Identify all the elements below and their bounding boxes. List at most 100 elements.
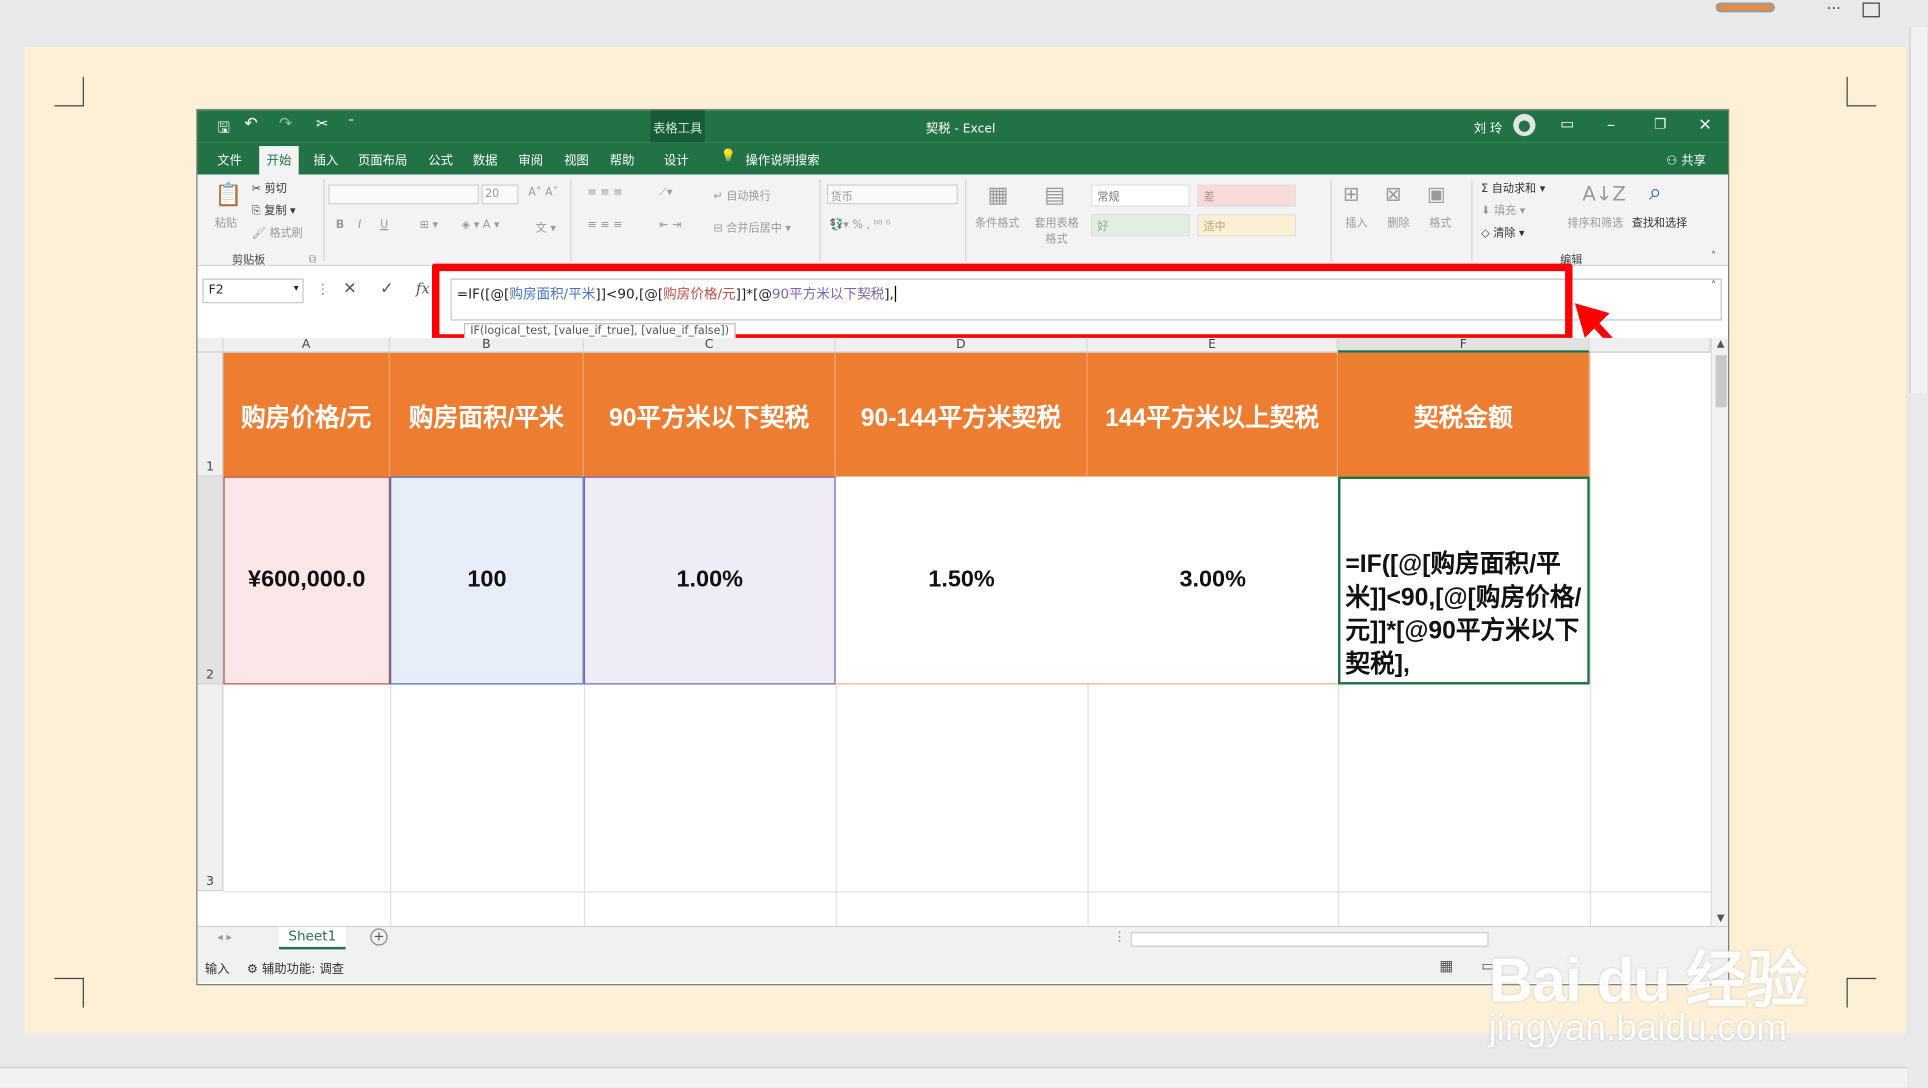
format-painter-button[interactable]: 🖌 格式刷 [252, 224, 303, 240]
wrap-text-button[interactable]: ↵ 自动换行 [713, 187, 770, 203]
find-select-label[interactable]: 查找和选择 [1632, 214, 1688, 230]
cell-area[interactable]: 100 [390, 476, 584, 685]
fill-color-icon[interactable]: ◈ ▾ A ▾ [462, 219, 500, 231]
viewer-hscrollbar[interactable] [0, 1066, 1907, 1087]
tell-me-search[interactable]: 操作说明搜索 [746, 150, 820, 169]
tab-design[interactable]: 设计 [664, 150, 689, 169]
tab-view[interactable]: 视图 [564, 150, 589, 169]
sheet-nav-icon[interactable]: ◂ ▸ [217, 932, 232, 944]
bold-button[interactable]: B [336, 219, 344, 231]
italic-button[interactable]: I [358, 219, 361, 231]
more-options-icon[interactable]: ⋮ [316, 281, 330, 297]
format-cells-label[interactable]: 格式 [1429, 214, 1451, 230]
row-header-3[interactable]: 3 [197, 684, 224, 892]
phonetic-icon[interactable]: 文 ▾ [536, 219, 556, 235]
conditional-format-icon[interactable]: ▦ [987, 182, 1008, 208]
name-box[interactable]: F2 ▾ [202, 278, 304, 304]
merge-center-button[interactable]: ⊟ 合并后居中 ▾ [713, 219, 791, 235]
accounting-icon[interactable]: 💱▾ % , ⁰⁰ ⁰ [829, 219, 890, 231]
align-top-icon[interactable]: ≡ ≡ ≡ [588, 187, 623, 199]
number-format-box[interactable]: 货币 [826, 184, 958, 205]
cell-tax-above-144[interactable]: 3.00% [1087, 477, 1338, 685]
indent-icon[interactable]: ⇤ ⇥ [659, 219, 681, 231]
close-icon[interactable]: ✕ [1698, 116, 1711, 135]
find-select-icon[interactable]: ⌕ [1649, 179, 1661, 205]
cell-tax-90-144[interactable]: 1.50% [835, 477, 1088, 685]
insert-cells-icon[interactable]: ⊞ [1343, 182, 1360, 206]
viewer-vscrollbar[interactable] [1909, 27, 1927, 394]
fill-button[interactable]: ⬇ 填充 ▾ [1481, 202, 1525, 217]
column-header-g[interactable] [1589, 337, 1711, 353]
header-cell-tax-amount[interactable]: 契税金额 [1337, 352, 1590, 477]
column-header-b[interactable]: B [390, 337, 584, 353]
insert-function-button[interactable]: fx [416, 280, 430, 297]
tab-review[interactable]: 审阅 [518, 150, 543, 169]
style-normal[interactable]: 常规 [1091, 184, 1190, 207]
minimize-icon[interactable]: – [1607, 116, 1615, 135]
ribbon-display-icon[interactable]: ▭ [1560, 115, 1574, 132]
autosum-button[interactable]: Σ 自动求和 ▾ [1481, 179, 1545, 195]
style-neutral[interactable]: 适中 [1197, 214, 1297, 237]
cut-button[interactable]: ✂ 剪切 [252, 179, 287, 195]
clear-button[interactable]: ◇ 清除 ▾ [1481, 224, 1524, 240]
paste-label[interactable]: 粘贴 [215, 214, 237, 230]
accessibility-status[interactable]: ⚙ 辅助功能: 调查 [247, 958, 344, 977]
customize-icon[interactable]: ⁼ [348, 116, 354, 128]
style-bad[interactable]: 差 [1197, 184, 1297, 207]
header-cell-tax-below-90[interactable]: 90平方米以下契税 [583, 352, 836, 477]
column-header-c[interactable]: C [583, 337, 836, 353]
header-cell-price[interactable]: 购房价格/元 [223, 352, 391, 477]
orientation-icon[interactable]: ⟋▾ [659, 187, 672, 199]
collapse-ribbon-icon[interactable]: ˄ [1711, 251, 1717, 263]
dialog-launcher-icon[interactable]: ⧉ [309, 254, 317, 266]
column-header-f[interactable]: F [1337, 337, 1590, 353]
scroll-down-icon[interactable]: ▼ [1717, 912, 1725, 923]
font-name-box[interactable] [328, 184, 479, 205]
borders-icon[interactable]: ⊞ ▾ [420, 219, 438, 231]
column-header-d[interactable]: D [835, 337, 1088, 353]
splitter-icon[interactable]: ⋮ [1113, 931, 1125, 945]
share-button[interactable]: ⚇ 共享 [1666, 150, 1706, 169]
cell-price[interactable]: ¥600,000.0 [223, 476, 391, 685]
sheet-tab-sheet1[interactable]: Sheet1 [278, 927, 346, 950]
header-cell-area[interactable]: 购房面积/平米 [390, 352, 584, 477]
font-size-box[interactable]: 20 [481, 184, 519, 205]
more-icon[interactable]: ··· [1827, 0, 1841, 17]
sort-filter-icon[interactable]: A↓Z [1582, 182, 1626, 206]
add-sheet-icon[interactable]: + [370, 928, 388, 946]
header-cell-tax-90-144[interactable]: 90-144平方米契税 [835, 352, 1088, 477]
tab-page-layout[interactable]: 页面布局 [358, 150, 407, 169]
tab-data[interactable]: 数据 [473, 150, 498, 169]
horizontal-scrollbar[interactable] [1130, 932, 1489, 947]
grow-font-icon[interactable]: A˄ A˅ [528, 187, 558, 199]
scroll-up-icon[interactable]: ▲ [1717, 338, 1725, 349]
format-cells-icon[interactable]: ▣ [1427, 182, 1446, 206]
fullscreen-icon[interactable] [1862, 2, 1880, 18]
insert-cells-label[interactable]: 插入 [1345, 214, 1367, 230]
format-table-icon[interactable]: ▤ [1044, 182, 1065, 208]
redo-icon[interactable]: ↷ [279, 115, 292, 134]
save-icon[interactable]: 🖫 [217, 116, 230, 142]
cut-icon[interactable]: ✂ [316, 115, 328, 132]
sort-filter-label[interactable]: 排序和筛选 [1568, 214, 1624, 230]
cell-tax-amount-editing[interactable]: =IF([@[购房面积/平米]]<90,[@[购房价格/元]]*[@90平方米以… [1337, 476, 1590, 685]
tab-home[interactable]: 开始 [259, 146, 299, 175]
tab-file[interactable]: 文件 [217, 150, 242, 169]
cell-tax-below-90[interactable]: 1.00% [583, 476, 836, 685]
scroll-thumb[interactable] [1715, 355, 1727, 408]
paste-icon[interactable]: 📋 [215, 182, 243, 208]
cancel-button[interactable]: ✕ [343, 280, 356, 299]
conditional-format-label[interactable]: 条件格式 [975, 214, 1019, 230]
copy-button[interactable]: ⎘ 复制 ▾ [252, 202, 296, 217]
chevron-down-icon[interactable]: ▾ [294, 282, 299, 293]
delete-cells-icon[interactable]: ⊠ [1385, 182, 1402, 206]
format-table-label[interactable]: 套用表格格式 [1029, 214, 1083, 246]
normal-view-icon[interactable]: ▦ [1439, 957, 1453, 974]
undo-icon[interactable]: ↶ [244, 115, 257, 134]
row-header-2[interactable]: 2 [197, 476, 224, 685]
select-all[interactable] [197, 337, 224, 353]
avatar[interactable]: ● [1513, 113, 1536, 137]
column-header-a[interactable]: A [223, 337, 391, 353]
header-cell-tax-above-144[interactable]: 144平方米以上契税 [1087, 352, 1338, 477]
worksheet-grid[interactable]: A B C D E F 1 2 3 购房价格/元 购房面积/平米 90平方米以下… [197, 337, 1711, 926]
